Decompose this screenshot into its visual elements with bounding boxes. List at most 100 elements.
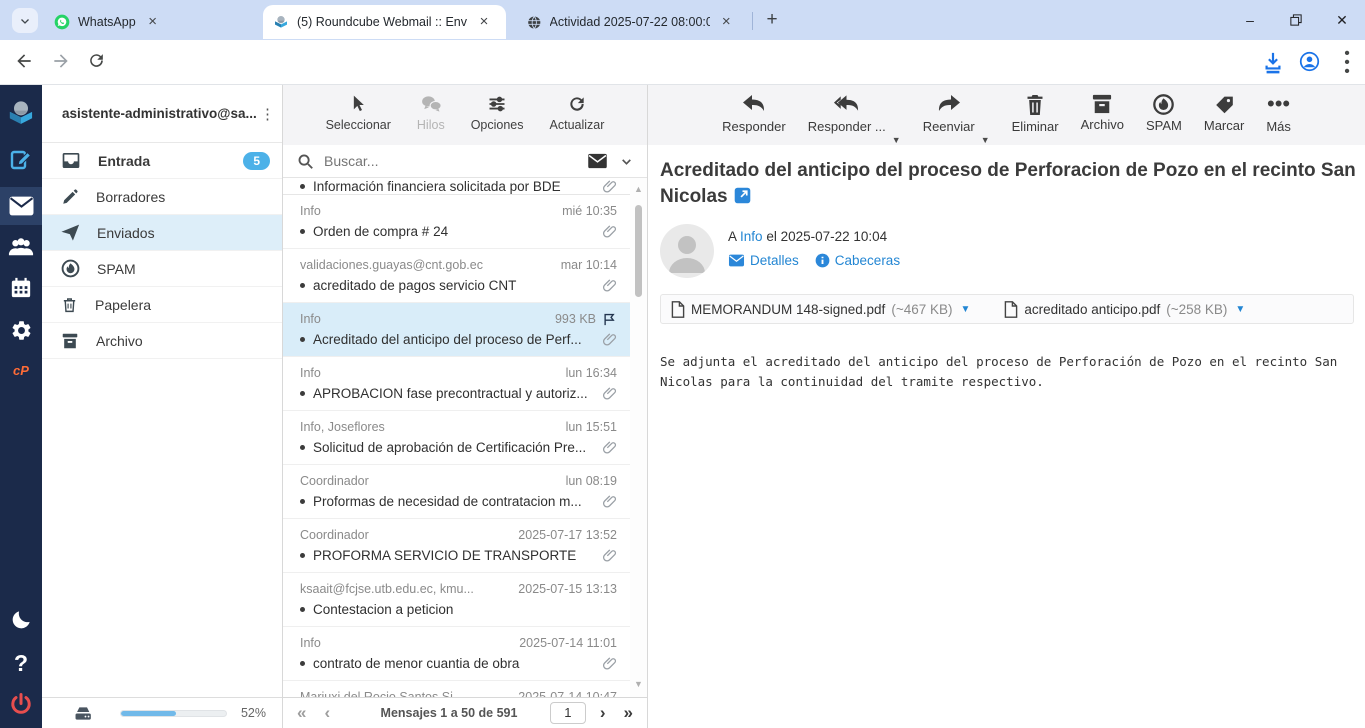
message-row[interactable]: validaciones.guayas@cnt.gob.ecmar 10:14 … xyxy=(283,249,631,303)
help-icon[interactable]: ? xyxy=(0,650,42,677)
tab-close-icon[interactable]: × xyxy=(144,13,162,31)
window-restore-button[interactable] xyxy=(1273,14,1319,26)
reply-button[interactable]: Responder xyxy=(722,94,786,145)
reply-all-button[interactable]: Responder ... xyxy=(808,94,886,145)
tab-close-icon[interactable]: × xyxy=(475,13,493,31)
reply-all-menu-caret[interactable]: ▼ xyxy=(892,135,901,145)
scroll-up-icon[interactable]: ▲ xyxy=(633,184,644,194)
message-row[interactable]: Información financiera solicitada por BD… xyxy=(283,178,631,195)
delete-label: Eliminar xyxy=(1012,119,1059,134)
message-row[interactable]: ksaait@fcjse.utb.edu.ec, kmu...2025-07-1… xyxy=(283,573,631,627)
message-sender: validaciones.guayas@cnt.gob.ec xyxy=(300,258,553,272)
message-row[interactable]: Coordinador2025-07-17 13:52 PROFORMA SER… xyxy=(283,519,631,573)
scrollbar-thumb[interactable] xyxy=(635,205,642,297)
compose-icon[interactable] xyxy=(0,147,42,171)
dark-mode-moon-icon[interactable] xyxy=(0,608,42,631)
message-toolbar: Responder Responder ... ▼ Reenviar ▼ Eli… xyxy=(648,85,1365,145)
open-in-new-window-icon[interactable] xyxy=(734,187,751,204)
refresh-button[interactable]: Actualizar xyxy=(550,94,605,145)
recipient-link[interactable]: Info xyxy=(740,229,763,244)
spam-label: SPAM xyxy=(1146,118,1182,133)
profile-icon[interactable] xyxy=(1299,51,1320,72)
mark-button[interactable]: Marcar xyxy=(1204,94,1244,145)
window-close-button[interactable]: ✕ xyxy=(1319,12,1365,29)
contacts-icon[interactable] xyxy=(0,235,42,257)
pagination-text: Mensajes 1 a 50 de 591 xyxy=(348,706,550,720)
archive-box-icon xyxy=(1091,94,1113,114)
details-toggle[interactable]: Detalles xyxy=(728,253,799,268)
spam-button[interactable]: SPAM xyxy=(1146,94,1182,145)
headers-toggle[interactable]: Cabeceras xyxy=(815,253,900,268)
attachment-item[interactable]: MEMORANDUM 148-signed.pdf (~467 KB) ▼ xyxy=(671,301,970,318)
message-meta: A Info el 2025-07-22 10:04 xyxy=(728,229,887,244)
calendar-icon[interactable] xyxy=(0,277,42,299)
forward-menu-caret[interactable]: ▼ xyxy=(981,135,990,145)
more-button[interactable]: ••• Más xyxy=(1266,94,1291,145)
flag-icon xyxy=(602,312,617,327)
browser-menu-icon[interactable]: ••• xyxy=(1340,49,1354,76)
reload-icon[interactable] xyxy=(87,51,106,70)
cpanel-icon[interactable]: cP xyxy=(0,363,42,378)
window-minimize-button[interactable]: – xyxy=(1227,12,1273,28)
message-row[interactable]: Info, Josefloreslun 15:51 Solicitud de a… xyxy=(283,411,631,465)
settings-gear-icon[interactable] xyxy=(0,319,42,342)
message-subject: PROFORMA SERVICIO DE TRANSPORTE xyxy=(313,548,596,563)
message-date: 2025-07-14 10:47 xyxy=(518,690,617,697)
message-row[interactable]: Infomié 10:35 Orden de compra # 24 xyxy=(283,195,631,249)
archive-button[interactable]: Archivo xyxy=(1081,94,1124,145)
next-page-icon[interactable]: › xyxy=(600,703,606,723)
downloads-icon[interactable] xyxy=(1262,50,1284,74)
browser-tab-strip: WhatsApp × (5) Roundcube Webmail :: Envi… xyxy=(0,0,1365,40)
logout-power-icon[interactable] xyxy=(0,692,42,716)
pdf-file-icon xyxy=(671,301,685,318)
message-row[interactable]: Mariuxi del Rocio Santos Si... 2025-07-14… xyxy=(283,681,631,696)
tab-close-icon[interactable]: × xyxy=(718,13,735,31)
tab-search-button[interactable] xyxy=(12,8,38,33)
options-button[interactable]: Opciones xyxy=(471,94,524,145)
message-row[interactable]: Infolun 16:34 APROBACION fase precontrac… xyxy=(283,357,631,411)
message-date: mar 10:14 xyxy=(561,258,617,272)
search-scope-mail-icon[interactable] xyxy=(587,153,608,169)
message-subject: Contestacion a peticion xyxy=(313,602,617,617)
search-options-chevron-icon[interactable] xyxy=(620,155,633,168)
account-menu-icon[interactable]: ⋮ xyxy=(260,105,274,123)
inbox-icon xyxy=(61,152,81,169)
tab-roundcube-active[interactable]: (5) Roundcube Webmail :: Envia × xyxy=(263,5,506,39)
delete-button[interactable]: Eliminar xyxy=(1012,94,1059,145)
forward-icon[interactable] xyxy=(51,51,71,71)
folder-borradores[interactable]: Borradores xyxy=(42,179,282,215)
folder-papelera[interactable]: Papelera xyxy=(42,287,282,323)
message-sender: Info xyxy=(300,366,558,380)
list-scrollbar[interactable]: ▲ ▼ xyxy=(630,178,647,697)
select-label: Seleccionar xyxy=(326,118,391,132)
account-name: asistente-administrativo@sa... xyxy=(62,106,260,121)
attachment-item[interactable]: acreditado anticipo.pdf (~258 KB) ▼ xyxy=(1004,301,1245,318)
folder-entrada[interactable]: Entrada 5 xyxy=(42,143,282,179)
message-row[interactable]: Info2025-07-14 11:01 contrato de menor c… xyxy=(283,627,631,681)
scroll-down-icon[interactable]: ▼ xyxy=(633,679,644,689)
last-page-icon[interactable]: » xyxy=(624,703,633,723)
attachment-menu-caret[interactable]: ▼ xyxy=(961,304,971,315)
page-number-input[interactable]: 1 xyxy=(550,702,586,724)
folder-enviados[interactable]: Enviados xyxy=(42,215,282,251)
first-page-icon[interactable]: « xyxy=(297,703,306,723)
search-bar[interactable]: Buscar... xyxy=(283,145,647,178)
new-tab-button[interactable]: + xyxy=(760,9,784,31)
message-row[interactable]: Coordinadorlun 08:19 Proformas de necesi… xyxy=(283,465,631,519)
threads-button[interactable]: Hilos xyxy=(417,94,445,145)
back-icon[interactable] xyxy=(14,51,34,71)
tab-whatsapp[interactable]: WhatsApp × xyxy=(44,5,260,39)
more-dots-icon: ••• xyxy=(1267,94,1290,116)
message-sender: Mariuxi del Rocio Santos Si... xyxy=(300,690,510,697)
mail-section-icon[interactable] xyxy=(0,187,42,225)
message-row-selected[interactable]: Info993 KB Acreditado del anticipo del p… xyxy=(283,303,631,357)
prev-page-icon[interactable]: ‹ xyxy=(324,703,330,723)
folder-spam[interactable]: SPAM xyxy=(42,251,282,287)
folder-archivo[interactable]: Archivo xyxy=(42,323,282,359)
forward-button[interactable]: Reenviar xyxy=(923,94,975,145)
archive-label: Archivo xyxy=(1081,117,1124,132)
reply-all-icon xyxy=(833,94,860,116)
tab-actividad[interactable]: Actividad 2025-07-22 08:00:00 × xyxy=(517,5,745,39)
select-button[interactable]: Seleccionar xyxy=(326,94,391,145)
attachment-menu-caret[interactable]: ▼ xyxy=(1235,304,1245,315)
